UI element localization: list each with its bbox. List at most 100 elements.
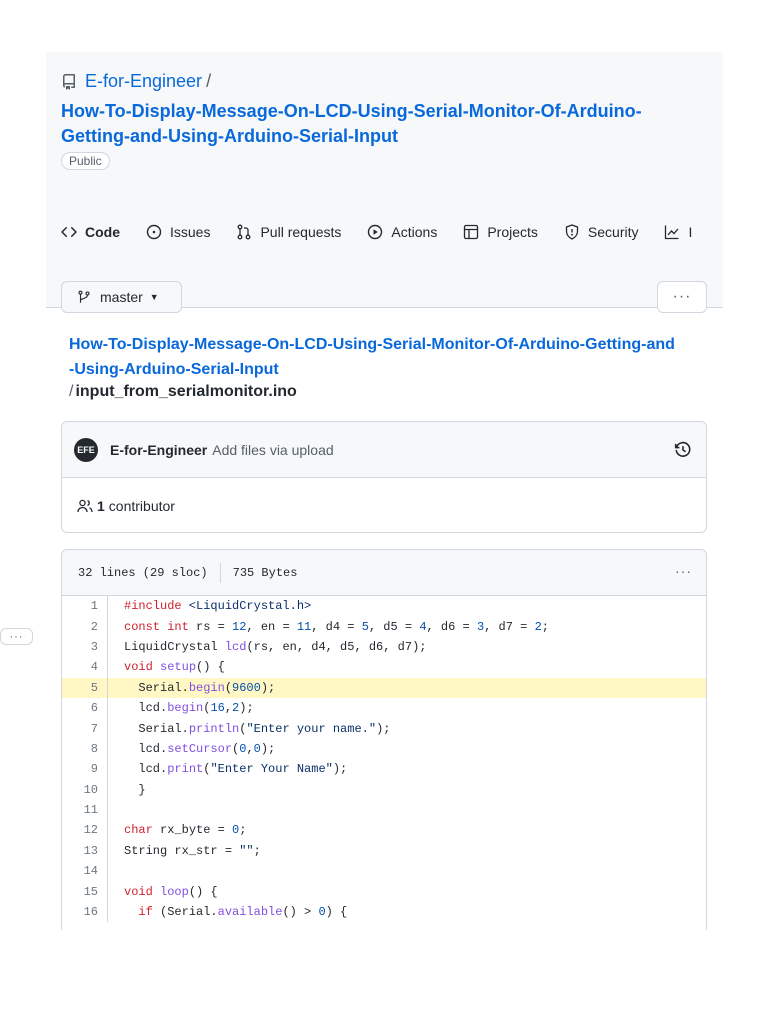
file-name: input_from_serialmonitor.ino	[75, 383, 297, 400]
code-line: 15 void loop() {	[62, 881, 706, 902]
tab-label: I	[688, 224, 693, 240]
code-text: }	[124, 782, 146, 797]
code-line: 10 }	[62, 779, 706, 800]
tab-pull-requests[interactable]: Pull requests	[236, 217, 341, 247]
tab-projects[interactable]: Projects	[463, 217, 538, 247]
tab-issues[interactable]: Issues	[146, 217, 210, 247]
branch-name: master	[100, 289, 143, 305]
repo-nav-tabs: Code Issues Pull requests Actions Projec…	[61, 217, 718, 257]
code-line: 2 const int rs = 12, en = 11, d4 = 5, d5 …	[62, 616, 706, 637]
tab-label: Pull requests	[260, 224, 342, 240]
code-line: 13 String rx_str = "";	[62, 840, 706, 862]
code-text: LiquidCrystal lcd(rs, en, d4, d5, d6, d7…	[124, 639, 427, 654]
breadcrumb-repo-line-1: How-To-Display-Message-On-LCD-Using-Seri…	[69, 336, 675, 353]
code-line: 6 lcd.begin(16,2);	[62, 697, 706, 719]
contributor-count: 1	[97, 497, 105, 514]
code-line: 7 Serial.println("Enter your name.");	[62, 718, 706, 739]
repo-header: E-for-Engineer / How-To-Display-Message-…	[46, 52, 723, 308]
breadcrumb-repo-line-2: -Using-Arduino-Serial-Input	[69, 361, 279, 378]
line-number[interactable]: 6	[62, 697, 108, 719]
more-options-button[interactable]: ···	[657, 281, 707, 313]
file-viewer: 32 lines (29 sloc) 735 Bytes ··· 1 #inclu…	[61, 549, 707, 930]
repo-owner-line: E-for-Engineer /	[61, 71, 211, 92]
tab-security[interactable]: Security	[564, 217, 638, 247]
owner-separator: /	[206, 71, 212, 91]
commit-author-link[interactable]: E-for-Engineer	[110, 442, 207, 458]
tab-actions[interactable]: Actions	[367, 217, 437, 247]
line-number[interactable]: 11	[62, 799, 108, 821]
tab-label: Projects	[487, 224, 538, 240]
line-number[interactable]: 13	[62, 840, 108, 862]
people-icon	[77, 499, 93, 512]
code-text: char rx_byte = 0;	[124, 823, 247, 838]
commit-row: EFE E-for-Engineer Add files via upload	[62, 422, 706, 478]
caret-down-icon: ▼	[149, 292, 159, 302]
avatar[interactable]: EFE	[74, 437, 98, 462]
line-number[interactable]: 12	[62, 820, 108, 841]
code-line: 11	[62, 799, 706, 821]
line-menu-button[interactable]: ···	[0, 628, 33, 645]
tab-label: Actions	[391, 224, 438, 240]
line-number[interactable]: 2	[62, 616, 108, 637]
line-number[interactable]: 1	[62, 596, 108, 617]
tab-label: Code	[85, 224, 120, 240]
line-number[interactable]: 14	[62, 861, 108, 882]
tab-code[interactable]: Code	[61, 217, 120, 247]
tab-label: Issues	[170, 224, 211, 240]
code-line-highlighted: 5 Serial.begin(9600);	[62, 677, 706, 698]
breadcrumb-file: / input_from_serialmonitor.ino	[69, 383, 297, 401]
code-text: Serial.begin(9600);	[124, 680, 276, 695]
code-line: 12 char rx_byte = 0;	[62, 820, 706, 841]
contributors-row[interactable]: 1 contributor	[62, 478, 706, 532]
code-text: void loop() {	[124, 884, 218, 899]
repo-owner-link[interactable]: E-for-Engineer	[85, 71, 202, 92]
play-icon	[368, 224, 383, 240]
code-text: Serial.println("Enter your name.");	[124, 721, 391, 736]
shield-icon	[565, 224, 579, 240]
code-line: 3 LiquidCrystal lcd(rs, en, d4, d5, d6, d…	[62, 636, 706, 658]
code-line: 14	[62, 861, 706, 882]
contributor-label: contributor	[108, 497, 175, 514]
commit-message-link[interactable]: Add files via upload	[212, 442, 333, 458]
file-info-header: 32 lines (29 sloc) 735 Bytes ···	[62, 550, 706, 596]
code-text: const int rs = 12, en = 11, d4 = 5, d5 =…	[124, 619, 549, 634]
code-text: String rx_str = "";	[124, 843, 261, 858]
line-number[interactable]: 16	[62, 901, 108, 923]
repo-file-page: E-for-Engineer / How-To-Display-Message-…	[46, 52, 723, 930]
tab-insights[interactable]: I	[664, 217, 692, 247]
line-count: 32 lines (29 sloc)	[78, 565, 208, 580]
divider	[219, 562, 221, 583]
repo-name-link[interactable]: How-To-Display-Message-On-LCD-Using-Seri…	[61, 99, 681, 149]
history-icon[interactable]	[674, 441, 692, 459]
line-number[interactable]: 8	[62, 738, 108, 760]
line-number[interactable]: 5	[62, 677, 108, 698]
code-text: #include <LiquidCrystal.h>	[124, 599, 312, 614]
line-number[interactable]: 9	[62, 759, 108, 780]
code-line: 16 if (Serial.available() > 0) {	[62, 901, 706, 923]
line-number[interactable]: 4	[62, 657, 108, 678]
issue-icon	[146, 224, 162, 240]
code-text: lcd.print("Enter Your Name");	[124, 762, 348, 777]
breadcrumb-separator: /	[69, 383, 74, 400]
file-size: 735 Bytes	[232, 565, 298, 580]
repo-icon	[62, 73, 75, 90]
visibility-badge: Public	[61, 152, 110, 170]
file-menu-button[interactable]: ···	[675, 563, 692, 579]
line-number[interactable]: 7	[62, 718, 108, 739]
breadcrumb-repo-link[interactable]: How-To-Display-Message-On-LCD-Using-Seri…	[69, 332, 709, 382]
branch-selector-button[interactable]: master ▼	[61, 281, 182, 313]
code-text: if (Serial.available() > 0) {	[138, 905, 348, 920]
code-line: 9 lcd.print("Enter Your Name");	[62, 759, 706, 780]
code-line: 8 lcd.setCursor(0,0);	[62, 738, 706, 760]
latest-commit-box: EFE E-for-Engineer Add files via upload …	[61, 421, 707, 533]
code-line: 1 #include <LiquidCrystal.h>	[62, 596, 706, 617]
git-branch-icon	[78, 290, 90, 303]
line-number[interactable]: 10	[62, 779, 108, 800]
code-view[interactable]: 1 #include <LiquidCrystal.h> 2 const int r…	[62, 596, 706, 923]
code-text: lcd.begin(16,2);	[124, 701, 254, 716]
line-number[interactable]: 15	[62, 881, 108, 902]
table-icon	[464, 224, 479, 240]
line-number[interactable]: 3	[62, 636, 108, 658]
pull-request-icon	[238, 224, 251, 240]
graph-icon	[665, 225, 679, 240]
